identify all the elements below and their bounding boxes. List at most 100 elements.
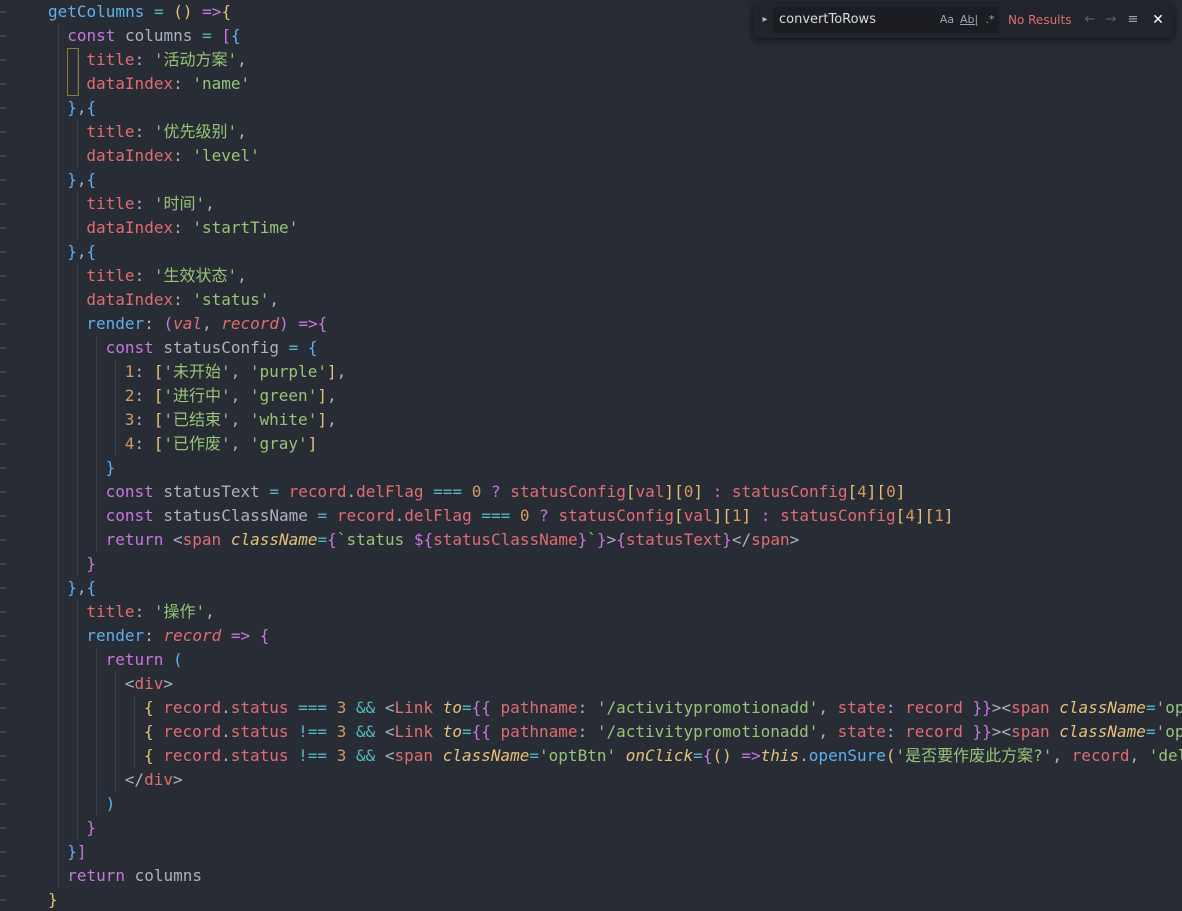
code-token: to <box>442 698 462 717</box>
code-token: [ <box>153 434 164 453</box>
gutter-marker <box>0 755 6 757</box>
code-line[interactable]: dataIndex: 'startTime' <box>86 216 298 240</box>
code-line[interactable]: 1: ['未开始', 'purple'], <box>125 360 346 384</box>
code-line[interactable]: getColumns = () =>{ <box>48 0 231 24</box>
code-token: , <box>237 122 247 141</box>
code-line[interactable]: const statusConfig = { <box>106 336 318 360</box>
code-token: : <box>173 74 193 93</box>
code-token: : <box>134 602 154 621</box>
code-line[interactable]: { record.status === 3 && <Link to={{ pat… <box>144 696 1182 720</box>
code-line[interactable]: title: '操作', <box>86 600 214 624</box>
code-line[interactable]: },{ <box>67 240 96 264</box>
code-line[interactable]: } <box>48 888 58 911</box>
code-area[interactable]: getColumns = () =>{const columns = [{tit… <box>48 0 1182 911</box>
code-token: ] <box>866 482 877 501</box>
next-match-icon[interactable]: → <box>1103 12 1119 28</box>
code-line[interactable]: return columns <box>67 864 202 888</box>
code-token: . <box>394 506 405 525</box>
code-line[interactable]: const columns = [{ <box>67 24 240 48</box>
whole-word-icon[interactable]: Ab| <box>960 12 978 28</box>
match-case-icon[interactable]: Aa <box>939 12 955 28</box>
code-token: } <box>67 242 77 261</box>
code-line[interactable]: title: '活动方案', <box>86 48 246 72</box>
code-line[interactable]: 4: ['已作废', 'gray'] <box>125 432 318 456</box>
code-line[interactable]: const statusClassName = record.delFlag =… <box>106 504 954 528</box>
code-line[interactable]: 2: ['进行中', 'green'], <box>125 384 337 408</box>
code-token: statusText <box>625 530 723 549</box>
code-line[interactable]: </div> <box>125 768 183 792</box>
code-token: [ <box>153 386 164 405</box>
code-line[interactable]: { record.status !== 3 && <span className… <box>144 744 1182 768</box>
code-line[interactable]: dataIndex: 'level' <box>86 144 259 168</box>
indent-guide <box>115 672 116 792</box>
code-token: dataIndex <box>86 218 174 237</box>
code-token: [ <box>876 482 887 501</box>
indent-guide <box>96 336 97 552</box>
code-token: : <box>885 698 906 717</box>
previous-match-icon[interactable]: ← <box>1082 12 1098 28</box>
code-line[interactable]: } <box>86 816 96 840</box>
regex-icon[interactable]: .* <box>983 12 997 28</box>
gutter-marker <box>0 419 6 421</box>
code-token: < <box>375 746 395 765</box>
code-line[interactable]: 3: ['已结束', 'white'], <box>125 408 337 432</box>
code-line[interactable]: dataIndex: 'name' <box>86 72 250 96</box>
code-line[interactable]: render: (val, record) =>{ <box>86 312 327 336</box>
code-line[interactable]: render: record => { <box>86 624 269 648</box>
code-token: return <box>105 650 164 669</box>
close-icon[interactable]: ✕ <box>1149 11 1167 29</box>
code-line[interactable]: title: '生效状态', <box>86 264 246 288</box>
gutter-marker <box>0 59 6 61</box>
gutter-marker <box>0 275 6 277</box>
code-line[interactable]: title: '优先级别', <box>86 120 246 144</box>
gutter-marker <box>0 611 6 613</box>
code-token: , <box>230 434 250 453</box>
gutter-marker <box>0 827 6 829</box>
code-line[interactable]: { record.status !== 3 && <Link to={{ pat… <box>144 720 1182 744</box>
code-token: = <box>693 746 703 765</box>
code-token: && <box>355 722 376 741</box>
code-line[interactable]: },{ <box>67 168 96 192</box>
code-token: 'status' <box>192 290 270 309</box>
code-line[interactable]: return ( <box>106 648 183 672</box>
code-token: record <box>905 698 963 717</box>
code-line[interactable]: const statusText = record.delFlag === 0 … <box>106 480 906 504</box>
gutter-marker <box>0 467 6 469</box>
code-line[interactable]: }] <box>67 840 86 864</box>
code-line[interactable]: title: '时间', <box>86 192 214 216</box>
code-token: statusClassName <box>163 506 308 525</box>
code-line[interactable]: ) <box>106 792 116 816</box>
code-token: , <box>326 386 337 405</box>
code-line[interactable]: <div> <box>125 672 173 696</box>
code-editor[interactable]: getColumns = () =>{const columns = [{tit… <box>0 0 1182 911</box>
code-token: === <box>481 506 511 525</box>
code-token: className <box>230 530 318 549</box>
code-token: : <box>134 194 154 213</box>
code-token: statusClassName <box>433 530 578 549</box>
code-line[interactable]: },{ <box>67 96 96 120</box>
code-line[interactable]: },{ <box>67 576 96 600</box>
code-token: {{ <box>471 722 491 741</box>
code-token: record <box>163 698 222 717</box>
code-token: : <box>134 362 154 381</box>
code-token: : <box>144 314 164 333</box>
gutter-marker <box>0 875 6 877</box>
find-in-selection-icon[interactable]: ≡ <box>1125 12 1141 28</box>
code-line[interactable]: } <box>86 552 96 576</box>
code-token: { <box>86 578 97 597</box>
code-token: => <box>230 626 251 645</box>
code-line[interactable]: return <span className={`status ${status… <box>106 528 800 552</box>
code-line[interactable]: dataIndex: 'status', <box>86 288 279 312</box>
code-line[interactable]: } <box>106 456 116 480</box>
gutter-marker <box>0 395 6 397</box>
toggle-replace-icon[interactable]: ▸ <box>759 12 771 28</box>
